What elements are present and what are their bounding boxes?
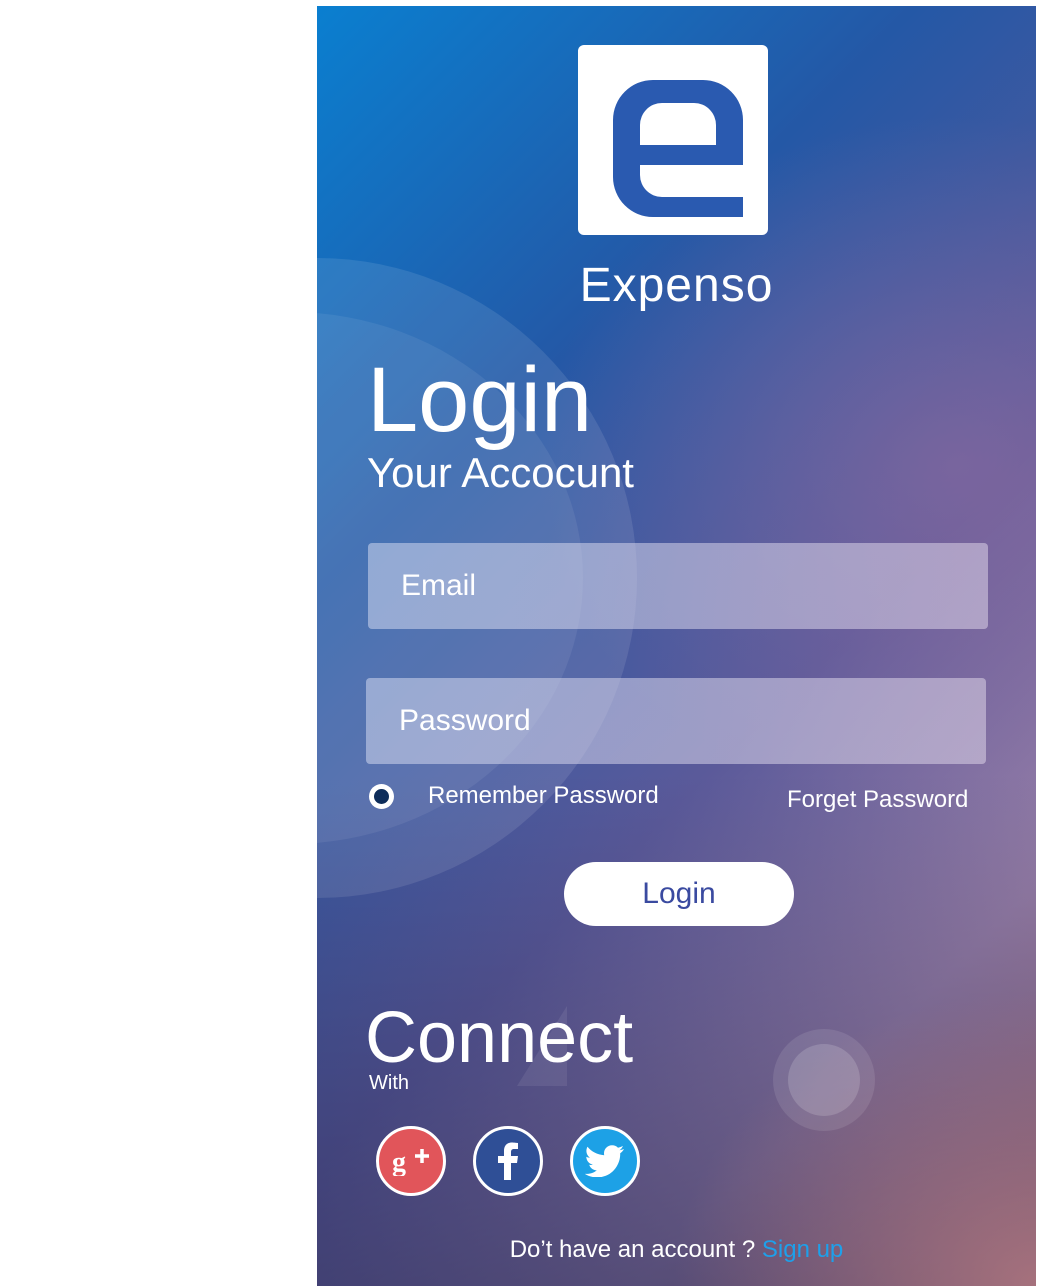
login-button[interactable]: Login: [564, 862, 794, 926]
password-field[interactable]: [366, 678, 986, 764]
signup-link[interactable]: Sign up: [762, 1236, 843, 1263]
remember-label: Remember Password: [428, 782, 659, 809]
forget-password-link[interactable]: Forget Password: [787, 786, 968, 814]
email-field[interactable]: [368, 543, 988, 629]
signup-prompt: Do’t have an account ? Sign up: [317, 1236, 1036, 1264]
login-screen: Expenso Login Your Accocunt Remember Pas…: [317, 6, 1036, 1286]
twitter-button[interactable]: [570, 1126, 640, 1196]
connect-title: Connect: [365, 998, 634, 1078]
connect-subtitle: With: [369, 1072, 409, 1094]
google-plus-button[interactable]: g: [376, 1126, 446, 1196]
page-title: Login: [367, 349, 593, 451]
decorative-bubble-small-inner: [788, 1044, 860, 1116]
expenso-logo-icon: [613, 80, 743, 217]
svg-text:g: g: [392, 1147, 406, 1176]
google-plus-icon: g: [392, 1147, 429, 1176]
page-subtitle: Your Accocunt: [367, 449, 634, 496]
remember-radio[interactable]: [369, 783, 394, 809]
twitter-icon: [585, 1145, 624, 1177]
remember-password[interactable]: Remember Password: [369, 782, 659, 810]
app-name: Expenso: [579, 259, 774, 312]
app-logo: [578, 45, 768, 235]
facebook-button[interactable]: [473, 1126, 543, 1196]
signup-prompt-text: Do’t have an account ?: [509, 1236, 762, 1263]
facebook-icon: [498, 1142, 518, 1180]
